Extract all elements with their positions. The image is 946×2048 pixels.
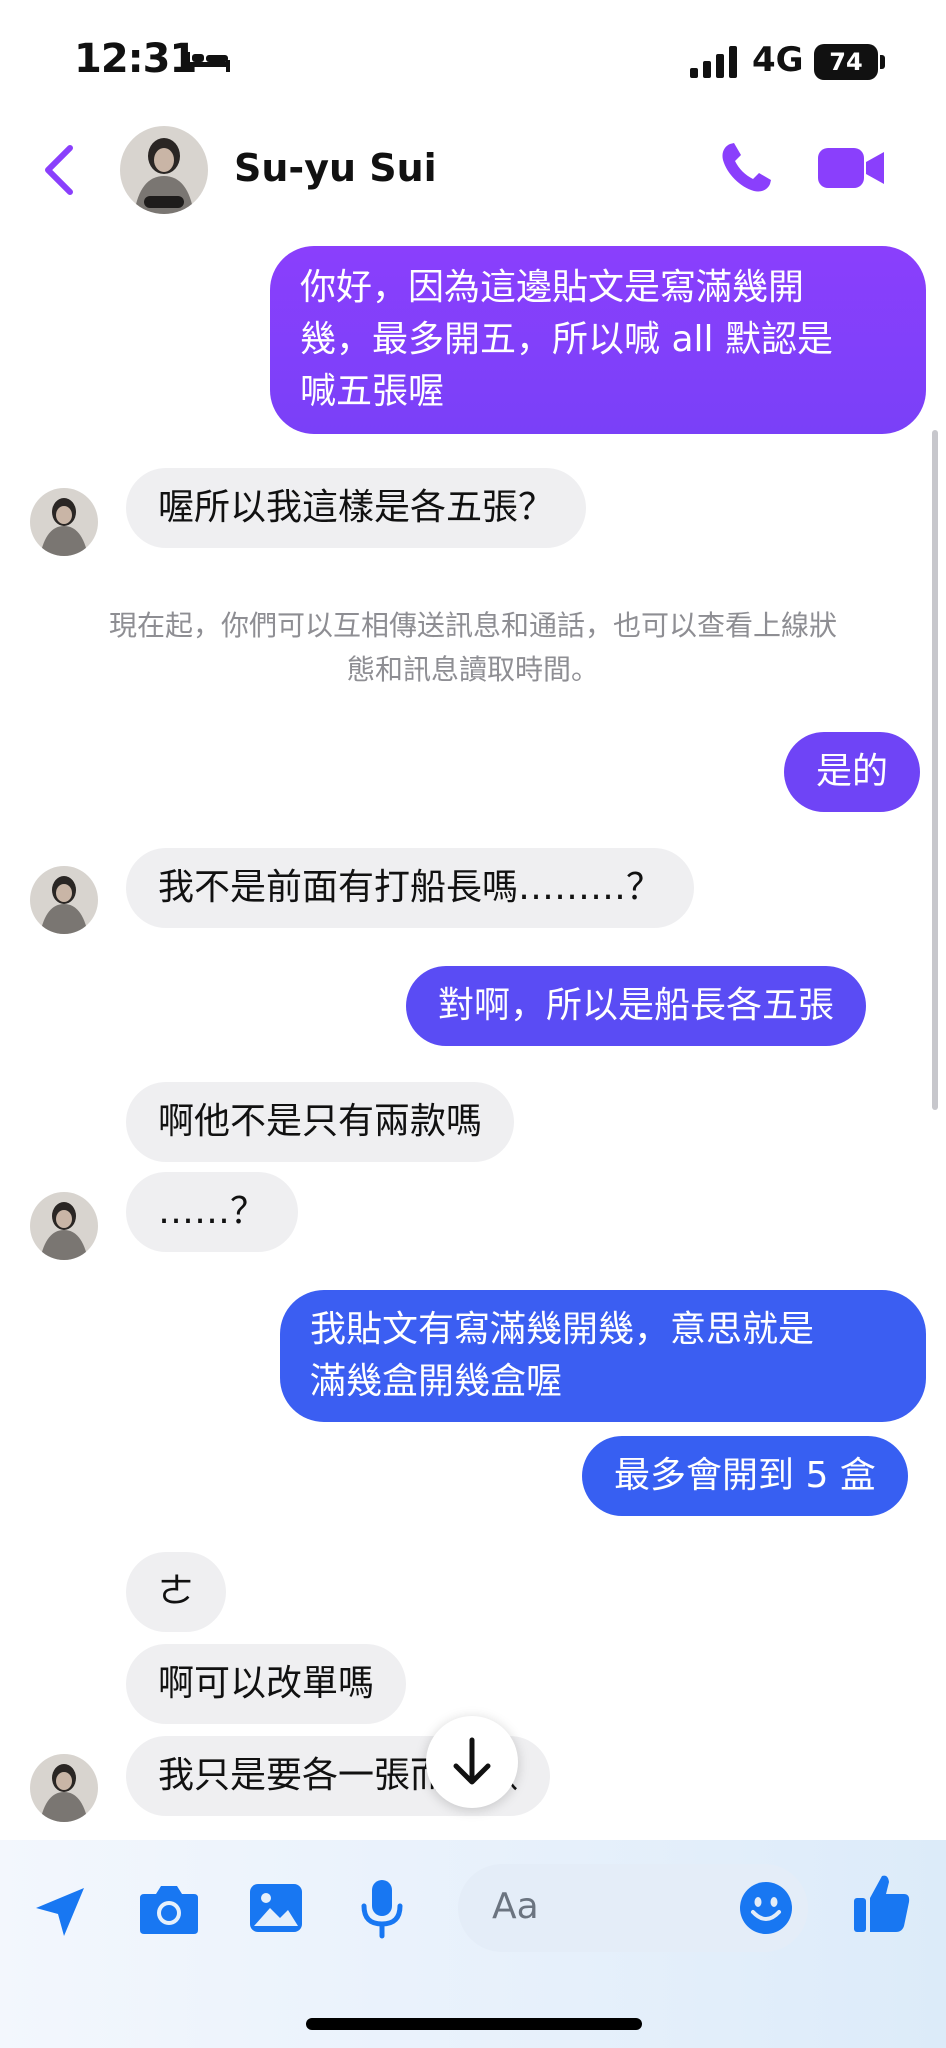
message-input[interactable]: Aa bbox=[458, 1864, 808, 1952]
message-bubble-incoming[interactable]: 啊他不是只有兩款嗎 bbox=[126, 1082, 515, 1162]
message-bubble-incoming[interactable]: ……？ bbox=[126, 1172, 299, 1252]
emoji-icon[interactable] bbox=[738, 1880, 794, 1936]
message-bubble-outgoing[interactable]: 最多會開到 5 盒 bbox=[582, 1436, 908, 1516]
message-line: 我不是前面有打船長嗎………？ bbox=[158, 867, 663, 908]
message-line: 啊可以改單嗎 bbox=[158, 1663, 375, 1704]
arrow-down-icon bbox=[453, 1737, 491, 1785]
battery-tip bbox=[880, 55, 885, 69]
message-bubble-outgoing[interactable]: 你好，因為這邊貼文是寫滿幾開 幾，最多開五，所以喊 all 默認是 喊五張喔 bbox=[270, 246, 926, 434]
location-icon[interactable] bbox=[32, 1884, 88, 1940]
message-bubble-outgoing[interactable]: 我貼文有寫滿幾開幾，意思就是 滿幾盒開幾盒喔 bbox=[280, 1290, 926, 1422]
message-line: 你好，因為這邊貼文是寫滿幾開 bbox=[300, 267, 805, 308]
status-time: 12:31 bbox=[74, 36, 197, 82]
microphone-icon[interactable] bbox=[358, 1878, 406, 1940]
video-icon[interactable] bbox=[818, 144, 886, 192]
back-icon[interactable] bbox=[40, 142, 80, 198]
message-line: 喊五張喔 bbox=[300, 371, 445, 412]
sleep-focus-icon bbox=[186, 52, 230, 72]
message-bubble-outgoing[interactable]: 是的 bbox=[784, 732, 921, 812]
message-line: 最多會開到 5 盒 bbox=[614, 1455, 876, 1496]
battery-indicator: 74 bbox=[814, 44, 878, 80]
network-type: 4G bbox=[752, 40, 804, 80]
sender-avatar[interactable] bbox=[30, 1192, 98, 1260]
system-notice: 現在起，你們可以互相傳送訊息和通話，也可以查看上線狀 態和訊息讀取時間。 bbox=[50, 604, 896, 692]
message-line: ……？ bbox=[158, 1191, 267, 1232]
contact-avatar[interactable] bbox=[120, 126, 208, 214]
gallery-icon[interactable] bbox=[248, 1880, 304, 1936]
contact-name[interactable]: Su-yu Sui bbox=[234, 146, 437, 190]
cellular-signal-icon bbox=[690, 46, 737, 78]
camera-icon[interactable] bbox=[138, 1880, 200, 1938]
message-line: 喔所以我這樣是各五張？ bbox=[158, 487, 555, 528]
message-bubble-incoming[interactable]: 喔所以我這樣是各五張？ bbox=[126, 468, 587, 548]
scrollbar[interactable] bbox=[932, 430, 938, 1110]
message-line: ㄜ bbox=[158, 1571, 195, 1612]
system-notice-line: 態和訊息讀取時間。 bbox=[346, 653, 599, 686]
message-line: 幾，最多開五，所以喊 all 默認是 bbox=[300, 319, 833, 360]
message-line: 對啊，所以是船長各五張 bbox=[438, 985, 835, 1026]
message-line: 我貼文有寫滿幾開幾，意思就是 bbox=[310, 1309, 815, 1350]
message-line: 滿幾盒開幾盒喔 bbox=[310, 1361, 563, 1402]
status-bar: 12:31 4G 74 bbox=[0, 0, 946, 110]
message-bubble-incoming[interactable]: ㄜ bbox=[126, 1552, 227, 1632]
system-notice-line: 現在起，你們可以互相傳送訊息和通話，也可以查看上線狀 bbox=[108, 609, 837, 642]
chat-header: Su-yu Sui bbox=[0, 110, 946, 230]
message-bubble-outgoing[interactable]: 對啊，所以是船長各五張 bbox=[406, 966, 867, 1046]
message-input-placeholder: Aa bbox=[492, 1886, 539, 1927]
message-bubble-incoming[interactable]: 我不是前面有打船長嗎………？ bbox=[126, 848, 695, 928]
message-line: 是的 bbox=[816, 751, 889, 792]
message-line: 啊他不是只有兩款嗎 bbox=[158, 1101, 483, 1142]
sender-avatar[interactable] bbox=[30, 866, 98, 934]
sender-avatar[interactable] bbox=[30, 488, 98, 556]
thumbs-up-icon[interactable] bbox=[852, 1872, 912, 1936]
scroll-to-bottom-button[interactable] bbox=[426, 1716, 518, 1808]
message-bubble-incoming[interactable]: 啊可以改單嗎 bbox=[126, 1644, 407, 1724]
phone-icon[interactable] bbox=[716, 138, 776, 198]
message-composer: Aa bbox=[0, 1840, 946, 2048]
sender-avatar[interactable] bbox=[30, 1754, 98, 1822]
home-indicator bbox=[306, 2018, 642, 2030]
